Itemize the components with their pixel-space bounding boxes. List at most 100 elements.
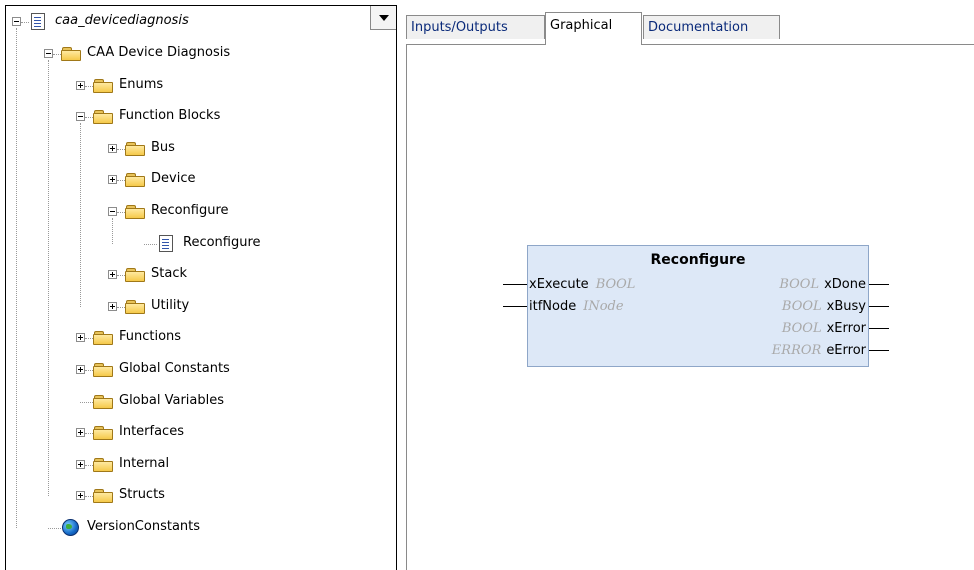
tree-connector bbox=[117, 180, 125, 182]
tree-item-label: Utility bbox=[151, 297, 190, 313]
folder-icon bbox=[93, 78, 113, 93]
project-tree-panel: caa_devicediagnosis CAA Device Diagnosis E… bbox=[5, 5, 397, 570]
folder-icon bbox=[93, 363, 113, 377]
tab-label: Documentation bbox=[648, 20, 749, 35]
chevron-down-icon bbox=[378, 14, 389, 21]
tree-item[interactable]: Structs bbox=[6, 486, 366, 506]
tree-item[interactable]: VersionConstants bbox=[6, 518, 366, 538]
tab-label: Inputs/Outputs bbox=[411, 20, 508, 35]
output-pin[interactable]: BOOL xBusy bbox=[782, 296, 866, 316]
tree-item-label: Structs bbox=[119, 487, 165, 503]
tree-item-label: Functions bbox=[119, 329, 182, 345]
expand-icon[interactable] bbox=[76, 459, 85, 469]
tree-item-label: Reconfigure bbox=[151, 203, 229, 218]
tree-item-label: CAA Device Diagnosis bbox=[87, 45, 231, 60]
tree-connector bbox=[85, 433, 93, 435]
output-pin-line bbox=[869, 350, 889, 351]
expand-icon[interactable] bbox=[108, 143, 117, 153]
tree-root[interactable]: caa_devicediagnosis bbox=[6, 12, 366, 32]
folder-icon bbox=[93, 489, 113, 504]
tab-label: Graphical bbox=[550, 18, 613, 33]
pin-name: xError bbox=[826, 320, 866, 336]
tree-item[interactable]: Interfaces bbox=[6, 423, 366, 443]
document-icon bbox=[159, 234, 173, 252]
collapse-icon[interactable] bbox=[76, 112, 85, 122]
expand-icon[interactable] bbox=[108, 301, 117, 311]
tree-item[interactable]: Device bbox=[6, 170, 366, 190]
tree-connector bbox=[48, 528, 61, 529]
expand-icon[interactable] bbox=[76, 80, 85, 90]
tab-graphical[interactable]: Graphical bbox=[545, 12, 642, 45]
expand-icon[interactable] bbox=[76, 428, 85, 438]
pin-type: BOOL bbox=[595, 276, 636, 292]
tree-connector bbox=[85, 370, 93, 371]
tree-connector bbox=[144, 243, 157, 245]
pin-type: ERROR bbox=[771, 342, 822, 358]
tree-connector bbox=[85, 464, 93, 466]
folder-icon bbox=[93, 457, 113, 472]
tab-inputs-outputs[interactable]: Inputs/Outputs bbox=[406, 15, 545, 39]
expand-icon[interactable] bbox=[76, 491, 85, 501]
tree-item-label: Bus bbox=[151, 139, 175, 155]
pin-name: eError bbox=[826, 342, 866, 358]
collapse-icon[interactable] bbox=[44, 49, 53, 58]
pin-name: itfNode bbox=[529, 298, 577, 314]
function-block-title: Reconfigure bbox=[650, 252, 746, 268]
pin-type: INode bbox=[583, 298, 624, 314]
tree-dropdown-button[interactable] bbox=[370, 6, 396, 30]
collapse-icon[interactable] bbox=[12, 17, 21, 26]
tree-item[interactable]: Function Blocks bbox=[6, 107, 366, 127]
output-pin[interactable]: BOOL xError bbox=[782, 318, 866, 338]
pin-name: xDone bbox=[824, 276, 866, 292]
tab-documentation[interactable]: Documentation bbox=[643, 15, 780, 39]
input-pin-line bbox=[503, 306, 527, 307]
tree-item[interactable]: Utility bbox=[6, 297, 366, 317]
expand-icon[interactable] bbox=[76, 365, 85, 374]
tree-item-label: VersionConstants bbox=[87, 519, 201, 534]
tab-strip: Inputs/Outputs Graphical Documentation bbox=[406, 5, 974, 45]
tree-item[interactable]: Global Constants bbox=[6, 360, 366, 380]
collapse-icon[interactable] bbox=[108, 207, 117, 216]
tree-item-label: Device bbox=[151, 171, 196, 187]
expand-icon[interactable] bbox=[108, 270, 117, 280]
tree-item[interactable]: Stack bbox=[6, 265, 366, 285]
tree-item[interactable]: Bus bbox=[6, 139, 366, 159]
output-pin[interactable]: ERROR eError bbox=[772, 340, 866, 360]
folder-icon bbox=[125, 268, 145, 283]
tree-item[interactable]: Enums bbox=[6, 76, 366, 96]
tree-connector bbox=[85, 85, 93, 87]
tree-item[interactable]: CAA Device Diagnosis bbox=[6, 44, 366, 64]
tree-item[interactable]: Reconfigure bbox=[6, 234, 366, 254]
tree-item-label: Global Constants bbox=[119, 361, 230, 376]
pin-type: BOOL bbox=[781, 320, 822, 336]
tree-connector bbox=[80, 401, 93, 403]
expand-icon[interactable] bbox=[76, 333, 85, 343]
folder-icon bbox=[125, 141, 145, 156]
tree-connector bbox=[85, 117, 93, 119]
tree-item[interactable]: Global Variables bbox=[6, 392, 366, 412]
folder-icon bbox=[61, 47, 81, 61]
output-pin-line bbox=[869, 284, 889, 285]
output-pin[interactable]: BOOL xDone bbox=[779, 274, 866, 294]
tree-item[interactable]: Internal bbox=[6, 455, 366, 475]
tree-item-label: Global Variables bbox=[119, 392, 225, 408]
tree-item[interactable]: Functions bbox=[6, 328, 366, 348]
document-icon bbox=[31, 13, 45, 30]
tree-item-label: Enums bbox=[119, 76, 164, 92]
tree-connector bbox=[117, 212, 125, 213]
tree-connector bbox=[53, 54, 61, 55]
folder-icon bbox=[93, 331, 113, 346]
input-pin-line bbox=[503, 284, 527, 285]
tree-item[interactable]: Reconfigure bbox=[6, 202, 366, 222]
folder-icon bbox=[93, 394, 113, 409]
tree-item-label: Interfaces bbox=[119, 424, 184, 440]
tree-connector bbox=[117, 275, 125, 277]
tree-connector bbox=[85, 338, 93, 340]
tree-item-label: Reconfigure bbox=[183, 234, 261, 250]
pin-type: BOOL bbox=[781, 298, 822, 314]
expand-icon[interactable] bbox=[108, 175, 117, 185]
input-pin[interactable]: itfNode INode bbox=[529, 296, 624, 316]
input-pin[interactable]: xExecute BOOL bbox=[529, 274, 635, 294]
tree-item-label: Function Blocks bbox=[119, 108, 221, 124]
pin-name: xBusy bbox=[826, 298, 866, 314]
